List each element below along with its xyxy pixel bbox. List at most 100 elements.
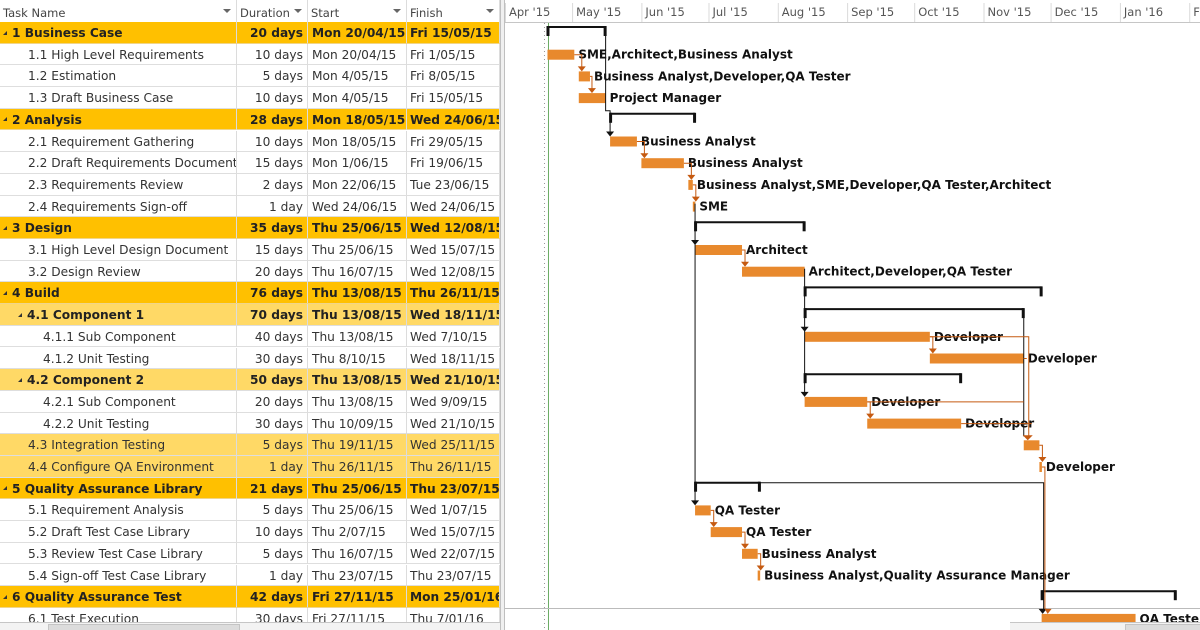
collapse-toggle-icon[interactable]	[3, 30, 7, 35]
task-row[interactable]: 3.1 High Level Design Document 15 days Thu…	[0, 239, 500, 261]
finish-cell[interactable]: Wed 22/07/15	[407, 542, 500, 564]
task-row[interactable]: 1.1 High Level Requirements 10 days Mon 20…	[0, 43, 500, 66]
finish-cell[interactable]: Thu 23/07/15	[407, 564, 500, 586]
duration-cell[interactable]: 1 day	[237, 456, 308, 477]
task-row[interactable]: 5 Quality Assurance Library 21 days Thu 25…	[0, 477, 500, 500]
duration-cell[interactable]: 20 days	[237, 260, 308, 282]
start-cell[interactable]: Mon 22/06/15	[308, 173, 407, 195]
duration-cell[interactable]: 20 days	[237, 22, 308, 43]
start-cell[interactable]: Mon 1/06/15	[308, 152, 407, 174]
start-cell[interactable]: Thu 13/08/15	[308, 369, 407, 391]
task-name-cell[interactable]: 4.2 Component 2	[0, 369, 237, 391]
task-row[interactable]: 1.2 Estimation 5 days Mon 4/05/15 Fri 8/05/…	[0, 65, 500, 88]
task-name-cell[interactable]: 4.3 Integration Testing	[0, 434, 237, 456]
duration-cell[interactable]: 10 days	[237, 130, 308, 152]
task-row[interactable]: 3.2 Design Review 20 days Thu 16/07/15 Wed …	[0, 260, 500, 283]
duration-cell[interactable]: 2 days	[237, 173, 308, 195]
duration-cell[interactable]: 30 days	[237, 412, 308, 434]
duration-cell[interactable]: 50 days	[237, 369, 308, 391]
task-row[interactable]: 4.3 Integration Testing 5 days Thu 19/11/1…	[0, 434, 500, 456]
finish-cell[interactable]: Wed 24/06/15	[407, 108, 500, 130]
finish-cell[interactable]: Tue 23/06/15	[407, 173, 500, 195]
start-cell[interactable]: Wed 24/06/15	[308, 195, 407, 217]
duration-cell[interactable]: 20 days	[237, 390, 308, 412]
collapse-toggle-icon[interactable]	[3, 594, 7, 599]
finish-cell[interactable]: Wed 15/07/15	[407, 239, 500, 260]
finish-cell[interactable]: Wed 12/08/15	[407, 217, 500, 239]
filter-dropdown-icon[interactable]	[393, 9, 401, 13]
task-name-cell[interactable]: 2.2 Draft Requirements Document	[0, 152, 237, 174]
duration-cell[interactable]: 30 days	[237, 347, 308, 369]
collapse-toggle-icon[interactable]	[3, 290, 7, 295]
start-cell[interactable]: Thu 25/06/15	[308, 217, 407, 239]
start-cell[interactable]: Thu 26/11/15	[308, 456, 407, 477]
task-name-cell[interactable]: 4.1.1 Sub Component	[0, 325, 237, 347]
finish-cell[interactable]: Wed 18/11/15	[407, 304, 500, 326]
task-name-cell[interactable]: 4.2.1 Sub Component	[0, 390, 237, 412]
task-row[interactable]: 2 Analysis 28 days Mon 18/05/15 Wed 24/06/1…	[0, 108, 500, 131]
finish-cell[interactable]: Fri 15/05/15	[407, 87, 500, 109]
finish-cell[interactable]: Wed 24/06/15	[407, 195, 500, 217]
start-cell[interactable]: Thu 13/08/15	[308, 325, 407, 347]
collapse-toggle-icon[interactable]	[3, 486, 7, 491]
task-row[interactable]: 5.3 Review Test Case Library 5 days Thu 16…	[0, 542, 500, 565]
duration-cell[interactable]: 21 days	[237, 477, 308, 499]
start-cell[interactable]: Thu 25/06/15	[308, 239, 407, 260]
task-name-cell[interactable]: 5.2 Draft Test Case Library	[0, 521, 237, 543]
task-name-cell[interactable]: 1.3 Draft Business Case	[0, 87, 237, 109]
start-cell[interactable]: Thu 2/07/15	[308, 521, 407, 543]
duration-cell[interactable]: 42 days	[237, 586, 308, 608]
start-cell[interactable]: Thu 8/10/15	[308, 347, 407, 369]
start-cell[interactable]: Thu 16/07/15	[308, 542, 407, 564]
task-row[interactable]: 4.1.2 Unit Testing 30 days Thu 8/10/15 Wed …	[0, 347, 500, 370]
task-name-cell[interactable]: 3.1 High Level Design Document	[0, 239, 237, 260]
task-row[interactable]: 4.1.1 Sub Component 40 days Thu 13/08/15 We…	[0, 325, 500, 348]
duration-cell[interactable]: 1 day	[237, 195, 308, 217]
column-header-task-name[interactable]: Task Name	[0, 0, 237, 22]
finish-cell[interactable]: Wed 12/08/15	[407, 260, 500, 282]
task-name-cell[interactable]: 5 Quality Assurance Library	[0, 477, 237, 499]
start-cell[interactable]: Mon 18/05/15	[308, 130, 407, 152]
start-cell[interactable]: Thu 25/06/15	[308, 477, 407, 499]
task-name-cell[interactable]: 1.2 Estimation	[0, 65, 237, 87]
start-cell[interactable]: Thu 13/08/15	[308, 304, 407, 326]
task-name-cell[interactable]: 6 Quality Assurance Test	[0, 586, 237, 608]
duration-cell[interactable]: 5 days	[237, 542, 308, 564]
column-header-finish[interactable]: Finish	[407, 0, 500, 22]
task-name-cell[interactable]: 2 Analysis	[0, 108, 237, 130]
task-row[interactable]: 1 Business Case 20 days Mon 20/04/15 Fri 15…	[0, 22, 500, 44]
task-name-cell[interactable]: 4 Build	[0, 282, 237, 304]
task-row[interactable]: 5.2 Draft Test Case Library 10 days Thu 2/…	[0, 521, 500, 543]
finish-cell[interactable]: Fri 29/05/15	[407, 130, 500, 152]
start-cell[interactable]: Thu 10/09/15	[308, 412, 407, 434]
gantt-horizontal-scrollbar[interactable]	[1010, 622, 1200, 630]
task-row[interactable]: 3 Design 35 days Thu 25/06/15 Wed 12/08/15	[0, 217, 500, 239]
start-cell[interactable]: Mon 20/04/15	[308, 22, 407, 43]
duration-cell[interactable]: 10 days	[237, 87, 308, 109]
scrollbar-thumb[interactable]	[48, 624, 240, 630]
duration-cell[interactable]: 28 days	[237, 108, 308, 130]
column-header-duration[interactable]: Duration	[237, 0, 308, 22]
collapse-toggle-icon[interactable]	[3, 117, 7, 122]
duration-cell[interactable]: 70 days	[237, 304, 308, 326]
grid-horizontal-scrollbar[interactable]	[0, 622, 500, 630]
start-cell[interactable]: Fri 27/11/15	[308, 586, 407, 608]
finish-cell[interactable]: Fri 19/06/15	[407, 152, 500, 174]
task-name-cell[interactable]: 1.1 High Level Requirements	[0, 43, 237, 65]
duration-cell[interactable]: 76 days	[237, 282, 308, 304]
finish-cell[interactable]: Wed 1/07/15	[407, 499, 500, 521]
duration-cell[interactable]: 35 days	[237, 217, 308, 239]
task-name-cell[interactable]: 5.1 Requirement Analysis	[0, 499, 237, 521]
task-name-cell[interactable]: 2.1 Requirement Gathering	[0, 130, 237, 152]
finish-cell[interactable]: Wed 21/10/15	[407, 369, 500, 391]
task-row[interactable]: 4 Build 76 days Thu 13/08/15 Thu 26/11/15	[0, 282, 500, 305]
task-row[interactable]: 4.2.1 Sub Component 20 days Thu 13/08/15 We…	[0, 390, 500, 413]
task-name-cell[interactable]: 5.4 Sign-off Test Case Library	[0, 564, 237, 586]
finish-cell[interactable]: Wed 9/09/15	[407, 390, 500, 412]
start-cell[interactable]: Thu 23/07/15	[308, 564, 407, 586]
finish-cell[interactable]: Thu 26/11/15	[407, 282, 500, 304]
task-name-cell[interactable]: 3 Design	[0, 217, 237, 239]
collapse-toggle-icon[interactable]	[18, 312, 22, 317]
finish-cell[interactable]: Mon 25/01/16	[407, 586, 500, 608]
task-row[interactable]: 2.1 Requirement Gathering 10 days Mon 18/0…	[0, 130, 500, 153]
